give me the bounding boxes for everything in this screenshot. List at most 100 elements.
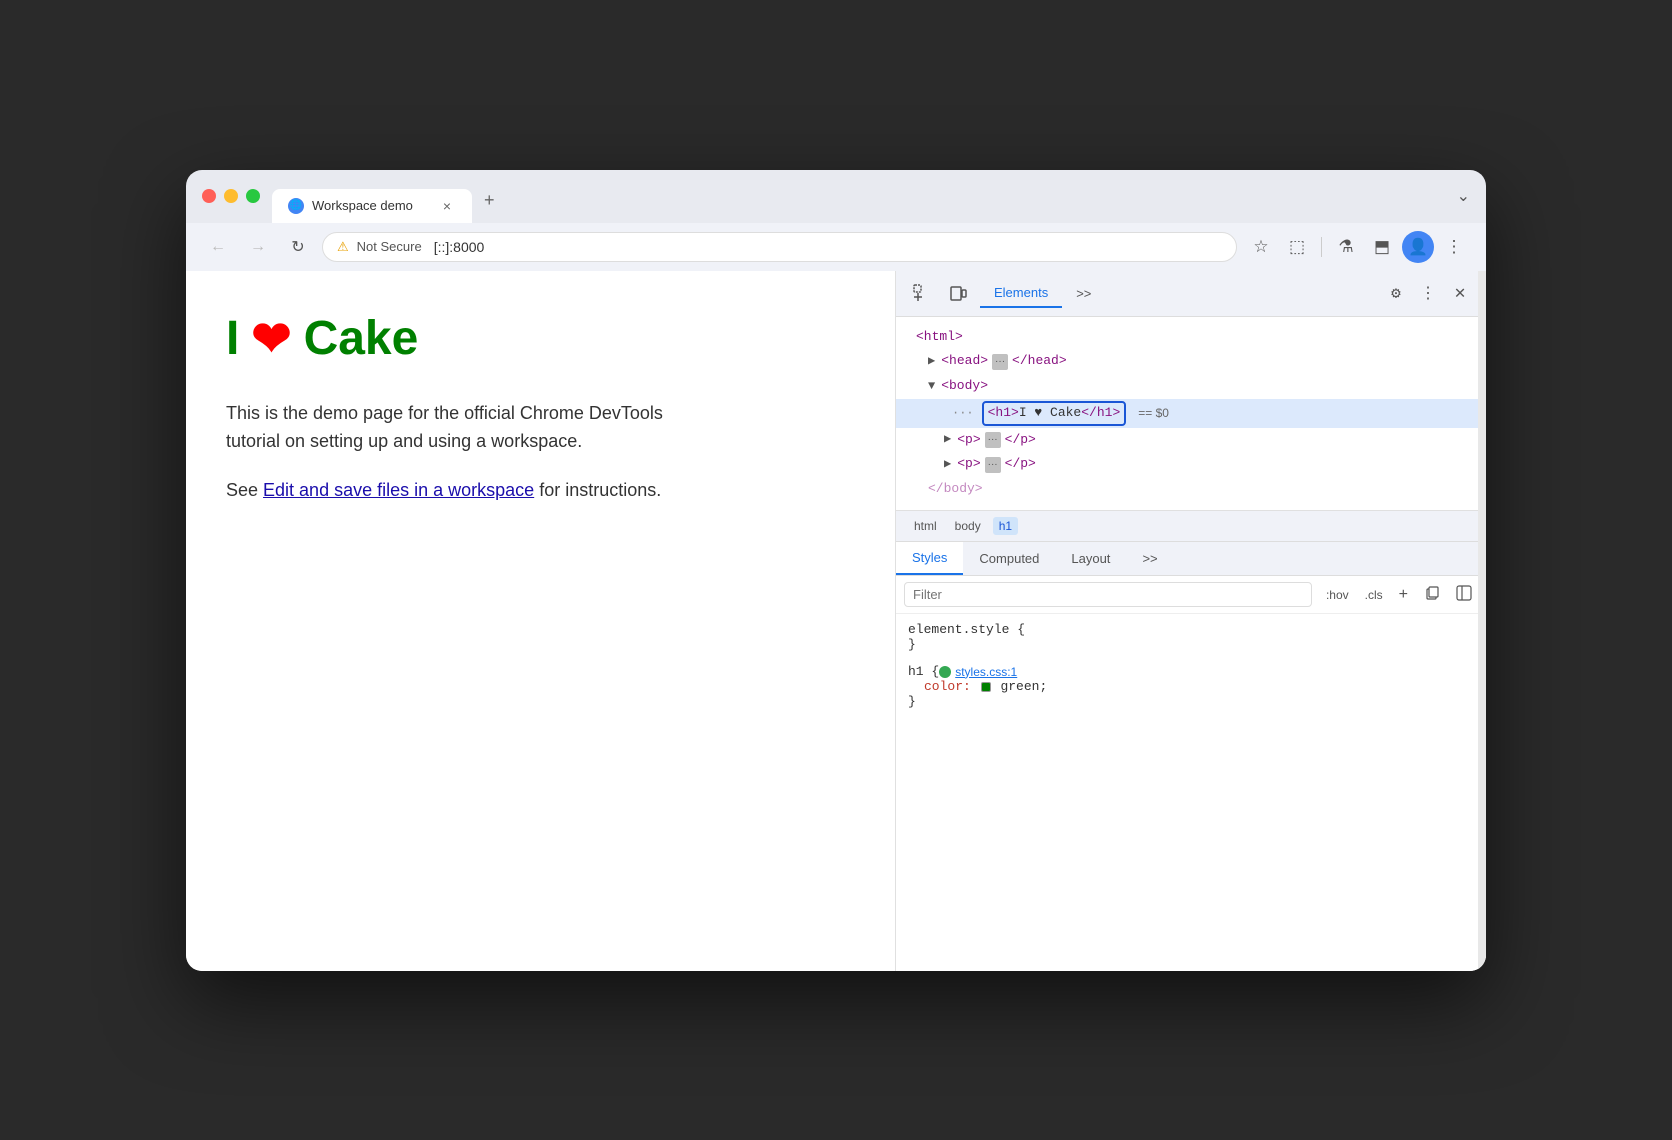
active-tab[interactable]: 🌐 Workspace demo × [272, 189, 472, 223]
dom-p1-open: <p> [957, 430, 980, 451]
not-secure-label: Not Secure [357, 239, 422, 254]
body-paragraph-2: See Edit and save files in a workspace f… [226, 476, 706, 505]
styles-panel: Styles Computed Layout >> :hov .cls + [896, 542, 1486, 970]
color-value: green; [1000, 679, 1047, 694]
element-style-selector: element.style { [908, 622, 1474, 637]
h1-style-close: } [908, 694, 1474, 709]
copy-styles-button[interactable] [1418, 582, 1446, 607]
dom-row-head[interactable]: ▶ <head> ··· </head> [896, 349, 1486, 374]
tab-list-chevron[interactable]: ⌄ [1457, 186, 1470, 218]
dom-arrow-head: ▶ [928, 352, 935, 371]
body-paragraph-1: This is the demo page for the official C… [226, 399, 706, 457]
heart-emoji: ❤ [251, 311, 291, 367]
main-area: I ❤ Cake This is the demo page for the o… [186, 271, 1486, 971]
page-content: I ❤ Cake This is the demo page for the o… [186, 271, 896, 971]
body-text-prefix: See [226, 480, 263, 500]
close-window-button[interactable] [202, 189, 216, 203]
forward-button[interactable]: → [242, 231, 274, 263]
devtools-close-button[interactable]: ✕ [1446, 279, 1474, 307]
devtools-tabs: Elements >> [980, 279, 1374, 308]
tabs-area: 🌐 Workspace demo × + [272, 182, 1445, 223]
tab-close-button[interactable]: × [438, 197, 456, 215]
breadcrumb-html[interactable]: html [908, 517, 943, 535]
styles-tab-computed[interactable]: Computed [963, 543, 1055, 574]
devtools-toolbar: Elements >> ⚙ ⋮ ✕ [896, 271, 1486, 317]
dom-body-tag: <body> [941, 376, 988, 397]
device-toolbar-button[interactable] [944, 279, 972, 307]
breadcrumb-bar: html body h1 [896, 511, 1486, 542]
dom-p2-close: </p> [1005, 454, 1036, 475]
styles-filter-input[interactable] [904, 582, 1312, 607]
bookmark-button[interactable]: ☆ [1245, 231, 1277, 263]
more-button[interactable]: ⋮ [1438, 231, 1470, 263]
styles-tab-layout[interactable]: Layout [1055, 543, 1126, 574]
styles-filter-row: :hov .cls + [896, 576, 1486, 614]
dom-p2-ellipsis[interactable]: ··· [985, 457, 1001, 473]
labs-button[interactable]: ⚗ [1330, 231, 1362, 263]
dom-head-ellipsis[interactable]: ··· [992, 354, 1008, 370]
maximize-window-button[interactable] [246, 189, 260, 203]
dom-head-open: <head> [941, 351, 988, 372]
dom-p1-ellipsis[interactable]: ··· [985, 432, 1001, 448]
new-tab-button[interactable]: + [476, 182, 503, 223]
css-link-dot-icon [939, 666, 951, 678]
extensions-button[interactable]: ⬚ [1281, 231, 1313, 263]
nav-bar: ← → ↻ ⚠ Not Secure [::]:8000 ☆ ⬚ ⚗ ⬒ 👤 ⋮ [186, 223, 1486, 271]
heading-i: I [226, 311, 239, 366]
page-body: This is the demo page for the official C… [226, 399, 706, 505]
title-bar: 🌐 Workspace demo × + ⌄ [186, 170, 1486, 223]
devtools-toolbar-right: ⚙ ⋮ ✕ [1382, 279, 1474, 307]
dom-row-body[interactable]: ▼ <body> [896, 374, 1486, 399]
nav-divider [1321, 237, 1322, 257]
styles-tab-more[interactable]: >> [1126, 543, 1173, 574]
class-button[interactable]: .cls [1359, 585, 1389, 605]
devtools-scrollbar[interactable] [1478, 271, 1486, 971]
back-button[interactable]: ← [202, 231, 234, 263]
tab-more[interactable]: >> [1062, 280, 1105, 307]
page-heading: I ❤ Cake [226, 311, 855, 367]
toggle-sidebar-button[interactable] [1450, 582, 1478, 607]
color-swatch-green[interactable] [981, 682, 991, 692]
inspect-element-button[interactable] [908, 279, 936, 307]
dom-p1-close: </p> [1005, 430, 1036, 451]
dom-row-p2[interactable]: ▶ <p> ··· </p> [896, 452, 1486, 477]
traffic-lights [202, 189, 260, 215]
dom-tree: <html> ▶ <head> ··· </head> ▼ <body> ··· [896, 317, 1486, 512]
tab-elements[interactable]: Elements [980, 279, 1062, 308]
styles-tabs: Styles Computed Layout >> [896, 542, 1486, 576]
add-style-button[interactable]: + [1393, 583, 1414, 607]
tab-favicon: 🌐 [288, 198, 304, 214]
dom-arrow-body: ▼ [928, 377, 935, 396]
dom-h1-outline: <h1>I ♥ Cake</h1> [982, 401, 1127, 426]
minimize-window-button[interactable] [224, 189, 238, 203]
element-style-block: element.style { } [908, 622, 1474, 652]
dom-arrow-p2: ▶ [944, 455, 951, 474]
dom-h1-text: I ♥ Cake [1019, 403, 1081, 424]
split-button[interactable]: ⬒ [1366, 231, 1398, 263]
more-tools-button[interactable]: ⋮ [1414, 279, 1442, 307]
h1-selector: h1 { [908, 664, 939, 679]
dom-row-h1[interactable]: ··· <h1>I ♥ Cake</h1> == $0 [896, 399, 1486, 428]
breadcrumb-h1[interactable]: h1 [993, 517, 1018, 535]
styles-tab-styles[interactable]: Styles [896, 542, 963, 575]
hover-state-button[interactable]: :hov [1320, 585, 1355, 605]
reload-button[interactable]: ↻ [282, 231, 314, 263]
address-bar[interactable]: ⚠ Not Secure [::]:8000 [322, 232, 1237, 262]
h1-style-rules: color: green; [908, 679, 1474, 694]
breadcrumb-body[interactable]: body [949, 517, 987, 535]
dom-row-html[interactable]: <html> [896, 325, 1486, 350]
styles-css-link[interactable]: styles.css:1 [939, 665, 1017, 679]
dom-row-body-close[interactable]: </body> [896, 477, 1486, 502]
dom-h1-open: <h1> [988, 403, 1019, 424]
dom-h1-more: ··· [944, 404, 974, 423]
color-property: color: [924, 679, 971, 694]
element-style-close: } [908, 637, 1474, 652]
dom-arrow-p1: ▶ [944, 430, 951, 449]
h1-style-block: h1 { styles.css:1 color: green; [908, 664, 1474, 709]
profile-button[interactable]: 👤 [1402, 231, 1434, 263]
nav-icons: ☆ ⬚ ⚗ ⬒ 👤 ⋮ [1245, 231, 1470, 263]
dom-row-p1[interactable]: ▶ <p> ··· </p> [896, 428, 1486, 453]
heading-cake: Cake [304, 311, 419, 366]
workspace-link[interactable]: Edit and save files in a workspace [263, 480, 534, 500]
settings-button[interactable]: ⚙ [1382, 279, 1410, 307]
